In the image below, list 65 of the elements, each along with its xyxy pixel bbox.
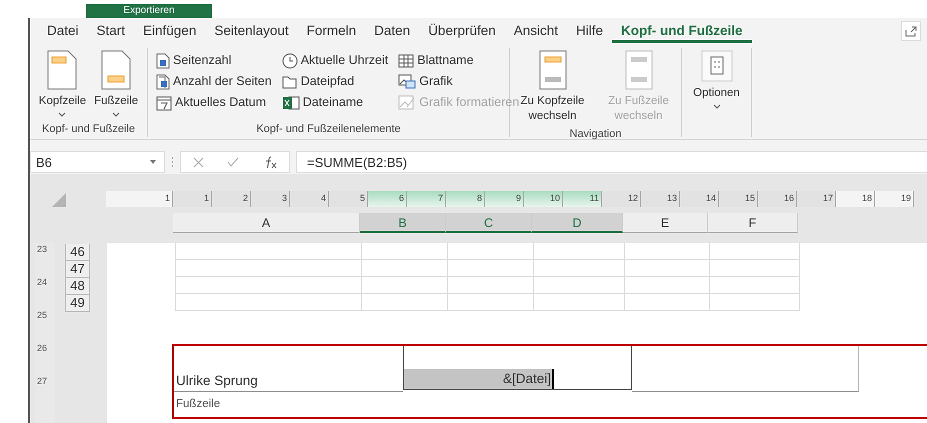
export-button[interactable]: Exportieren — [86, 4, 212, 18]
column-header[interactable]: E — [623, 213, 708, 233]
ribbon-button[interactable]: Aktuelle Uhrzeit — [280, 50, 390, 71]
ribbon-button[interactable]: Fußzeile — [92, 48, 140, 121]
ruler-label: 9 — [485, 191, 524, 207]
ruler-label: 13 — [641, 191, 680, 207]
column-header[interactable]: A — [173, 213, 360, 233]
ruler-label: 27 — [37, 376, 48, 386]
ribbon-button[interactable]: Seitenzahl — [154, 50, 274, 71]
footer-center-field[interactable]: &[Datei] — [404, 369, 554, 389]
row-header[interactable]: 49 — [65, 295, 90, 312]
column-header[interactable]: B — [360, 213, 446, 233]
ribbon-tab[interactable]: Überprüfen — [419, 20, 505, 42]
footer-label: Fußzeile — [176, 397, 220, 412]
ruler-label: 17 — [797, 191, 836, 207]
ribbon-tab[interactable]: Hilfe — [567, 20, 612, 42]
ruler-label: 11 — [563, 191, 602, 207]
ribbon-tab[interactable]: Ansicht — [504, 20, 568, 42]
column-header[interactable]: F — [708, 213, 798, 233]
ruler-label: 23 — [37, 244, 48, 254]
ribbon-tab[interactable]: Seitenlayout — [205, 20, 298, 42]
ribbon-tab[interactable]: Daten — [365, 20, 420, 42]
ruler-label: 24 — [37, 277, 48, 287]
ruler-label: 3 — [251, 191, 290, 207]
ribbon-tab[interactable]: Datei — [38, 20, 88, 42]
ruler-label: 19 — [875, 191, 914, 207]
ruler-label: 8 — [446, 191, 485, 207]
ribbon-tab[interactable]: Formeln — [298, 20, 366, 42]
name-box[interactable]: B6 — [30, 151, 165, 173]
ribbon-button[interactable]: Dateiname — [280, 92, 390, 113]
column-header[interactable]: C — [446, 213, 532, 233]
ribbon-tab[interactable]: Kopf- und Fußzeile — [612, 20, 752, 42]
group-label: Navigation — [568, 127, 622, 142]
ruler-label: 1 — [106, 191, 173, 207]
footer-left-field[interactable]: Ulrike Sprung — [174, 346, 403, 392]
ruler-label: 25 — [37, 310, 48, 320]
ruler-label: 12 — [602, 191, 641, 207]
ruler-label: 2 — [212, 191, 251, 207]
ruler-label: 16 — [758, 191, 797, 207]
ruler-label: 14 — [680, 191, 719, 207]
ruler-label: 18 — [836, 191, 875, 207]
ruler-label: 15 — [719, 191, 758, 207]
ribbon-button[interactable]: Blattname — [396, 50, 522, 71]
ribbon-button[interactable]: Anzahl der Seiten — [154, 71, 274, 92]
row-header[interactable]: 48 — [65, 278, 90, 295]
group-label: Kopf- und Fußzeile — [41, 122, 136, 137]
ribbon-button[interactable]: Kopfzeile — [36, 48, 88, 121]
ruler-label: 7 — [407, 191, 446, 207]
ruler-label: 5 — [329, 191, 368, 207]
ribbon-button[interactable]: Dateipfad — [280, 71, 390, 92]
ruler-label: 26 — [37, 343, 48, 353]
column-header[interactable]: D — [532, 213, 623, 233]
ribbon-button[interactable]: Optionen — [691, 48, 742, 121]
formula-field[interactable]: =SUMME(B2:B5) — [296, 151, 927, 173]
ruler-label: 1 — [173, 191, 212, 207]
group-label: Kopf- und Fußzeilenelemente — [255, 122, 402, 137]
ruler-label: 10 — [524, 191, 563, 207]
row-header[interactable]: 47 — [65, 261, 90, 278]
ruler-label: 4 — [290, 191, 329, 207]
ribbon-tab[interactable]: Start — [88, 20, 134, 42]
ribbon-button[interactable]: Grafik — [396, 71, 522, 92]
ruler-label: 6 — [368, 191, 407, 207]
ribbon-button[interactable]: Aktuelles Datum — [154, 92, 274, 113]
ribbon-tab[interactable]: Einfügen — [134, 20, 206, 42]
row-header[interactable]: 46 — [65, 244, 90, 261]
